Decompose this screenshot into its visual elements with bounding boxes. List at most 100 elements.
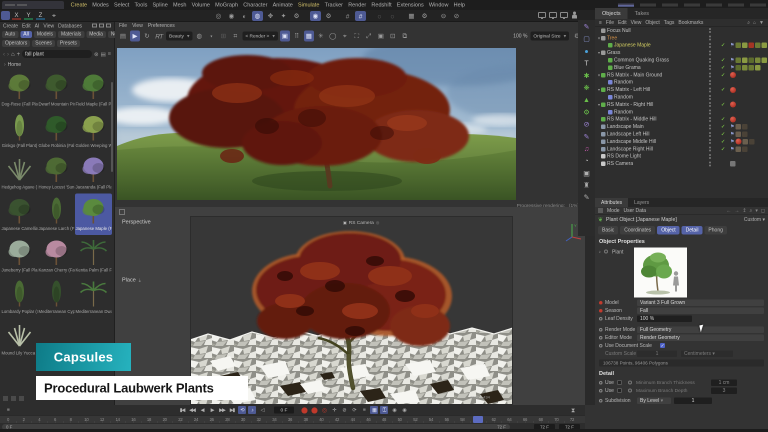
back-icon[interactable]: ‹ xyxy=(3,51,5,58)
menu-window[interactable]: Window xyxy=(426,2,451,8)
visibility-dots[interactable] xyxy=(709,132,713,137)
parameter-key-icon[interactable]: ≡ xyxy=(360,406,368,414)
asset-item[interactable]: Japanese Camellia (Fal... xyxy=(1,194,38,236)
record-button[interactable]: ⬤ xyxy=(300,406,308,414)
playhead[interactable] xyxy=(473,416,483,423)
user-data-label[interactable]: User Data xyxy=(624,208,647,214)
material-chip[interactable] xyxy=(755,43,761,49)
use-checkbox[interactable] xyxy=(617,388,622,393)
monitor1-icon[interactable]: ▣ xyxy=(376,31,386,42)
cloner-icon[interactable]: ❋ xyxy=(584,83,590,92)
material-chip[interactable] xyxy=(735,65,741,71)
grid-b-icon[interactable]: # xyxy=(355,11,366,21)
next-key-button[interactable]: ▶▮ xyxy=(228,406,236,414)
visibility-dots[interactable] xyxy=(709,95,713,100)
material-chip[interactable] xyxy=(755,58,761,64)
stage-icon[interactable]: ♜ xyxy=(583,181,589,190)
keyframe-dot[interactable] xyxy=(599,389,603,393)
material-chip[interactable] xyxy=(735,146,741,152)
visibility-dots[interactable] xyxy=(709,36,713,41)
grid-a-icon[interactable]: # xyxy=(342,11,353,21)
object-name[interactable]: Landscape Middle Hill xyxy=(607,139,656,145)
menu-modes[interactable]: Modes xyxy=(90,2,112,8)
snapshot-icon[interactable]: ▤ xyxy=(118,31,128,42)
material-chip[interactable] xyxy=(749,139,755,145)
material-chip[interactable] xyxy=(748,65,754,71)
back-icon[interactable]: ← xyxy=(726,208,731,214)
visibility-dots[interactable] xyxy=(709,110,713,115)
lock-icon[interactable]: ◻ xyxy=(761,208,765,214)
material-chip[interactable] xyxy=(742,132,748,138)
rv-menu-file[interactable]: File xyxy=(119,23,127,29)
filter-tab-materials[interactable]: Materials xyxy=(58,31,84,38)
menu-redshift[interactable]: Redshift xyxy=(369,2,394,8)
tree-row[interactable]: RS Dome Light xyxy=(595,153,768,160)
folder-icon[interactable]: ▤ xyxy=(101,51,106,58)
keyframe-dot[interactable] xyxy=(599,344,603,348)
tree-row[interactable]: Common Quaking Grass✓⚑ xyxy=(595,57,768,64)
asset-item[interactable]: Mound Lily Yucca (Fal... xyxy=(1,318,38,360)
obj-menu-edit[interactable]: Edit xyxy=(618,20,627,26)
menu-extensions[interactable]: Extensions xyxy=(394,2,426,8)
axis-mod-icon[interactable]: ◉ xyxy=(310,11,321,21)
aov-dropdown[interactable]: Beauty▾ xyxy=(166,32,192,41)
home-icon[interactable]: ⌂ xyxy=(11,51,15,58)
search-icon[interactable]: ⌕ xyxy=(747,20,750,26)
render-nav-dropdown[interactable]: < Render >▾ xyxy=(242,32,277,41)
custom-button[interactable]: Custom ▾ xyxy=(744,217,765,223)
copy-icon[interactable]: ⧉ xyxy=(400,31,410,42)
clear-search-icon[interactable]: ⊗ xyxy=(94,51,99,58)
object-name[interactable]: RS Matrix - Right Hill xyxy=(607,102,653,108)
visibility-dots[interactable] xyxy=(709,50,713,55)
object-name[interactable]: Landscape Left Hill xyxy=(607,132,650,138)
menu-select[interactable]: Select xyxy=(111,2,131,8)
slash-icon[interactable]: ⊘ xyxy=(451,11,462,21)
material-chip[interactable] xyxy=(742,43,748,49)
window-tab[interactable] xyxy=(2,1,64,9)
gear-c-icon[interactable]: ⚙ xyxy=(419,11,430,21)
snap-3d-icon[interactable]: ◉ xyxy=(226,11,237,21)
object-name[interactable]: RS Matrix - Middle Hill xyxy=(607,117,656,123)
visibility-dots[interactable] xyxy=(709,147,713,152)
visibility-dots[interactable] xyxy=(709,161,713,166)
object-name[interactable]: Focus Null xyxy=(607,28,631,34)
visibility-dots[interactable] xyxy=(709,102,713,107)
restart-icon[interactable]: ↻ xyxy=(142,31,152,42)
material-chip[interactable] xyxy=(748,58,754,64)
tree-row[interactable]: Landscape Middle Hill✓⚑ xyxy=(595,138,768,145)
keyframe-dot[interactable] xyxy=(599,328,603,332)
menu-tools[interactable]: Tools xyxy=(132,2,150,8)
material-chip[interactable] xyxy=(735,139,741,145)
effector-icon[interactable]: ⚙ xyxy=(583,107,589,116)
rv-menu-preferences[interactable]: Preferences xyxy=(148,23,175,29)
obj-menu-bookmarks[interactable]: Bookmarks xyxy=(678,20,703,26)
minus-icon[interactable]: ⊖ xyxy=(438,11,449,21)
enabled-check[interactable]: ✓ xyxy=(721,124,725,130)
axis-lock-x[interactable]: X xyxy=(12,12,21,20)
material-chip[interactable] xyxy=(742,124,748,130)
keyframe-dot[interactable] xyxy=(599,381,603,385)
prev-key-button[interactable]: ◀◀ xyxy=(188,406,196,414)
panel-tab-attributes[interactable]: Attributes xyxy=(595,198,628,207)
layout-tab[interactable] xyxy=(706,4,722,7)
material-chip[interactable] xyxy=(735,132,741,138)
menu-create[interactable]: Create xyxy=(68,2,90,8)
rotation-key-icon[interactable]: ⟳ xyxy=(350,406,358,414)
visibility-dots[interactable] xyxy=(709,154,713,159)
visibility-dots[interactable] xyxy=(709,87,713,92)
material-chip[interactable] xyxy=(742,146,748,152)
object-name[interactable]: Tree xyxy=(607,35,617,41)
use-checkbox[interactable] xyxy=(617,380,622,385)
timeline-menu-icon[interactable]: ≡ xyxy=(4,406,12,414)
progressive-icon[interactable]: ▦ xyxy=(304,31,314,42)
modifier-pen-icon[interactable]: ✎ xyxy=(584,132,590,141)
tree-row[interactable]: Random xyxy=(595,94,768,101)
caret-icon[interactable]: ▾ xyxy=(755,208,758,214)
subdivision-dropdown[interactable]: By Level ▾ xyxy=(637,397,671,404)
detail-value[interactable]: 3 xyxy=(711,387,737,394)
object-name[interactable]: Random xyxy=(614,109,633,115)
speaker-icon[interactable]: ◁ xyxy=(258,406,266,414)
enabled-check[interactable]: ✓ xyxy=(721,146,725,152)
enabled-check[interactable]: ✓ xyxy=(721,72,725,78)
autokey-button[interactable]: ⬤ xyxy=(310,406,318,414)
